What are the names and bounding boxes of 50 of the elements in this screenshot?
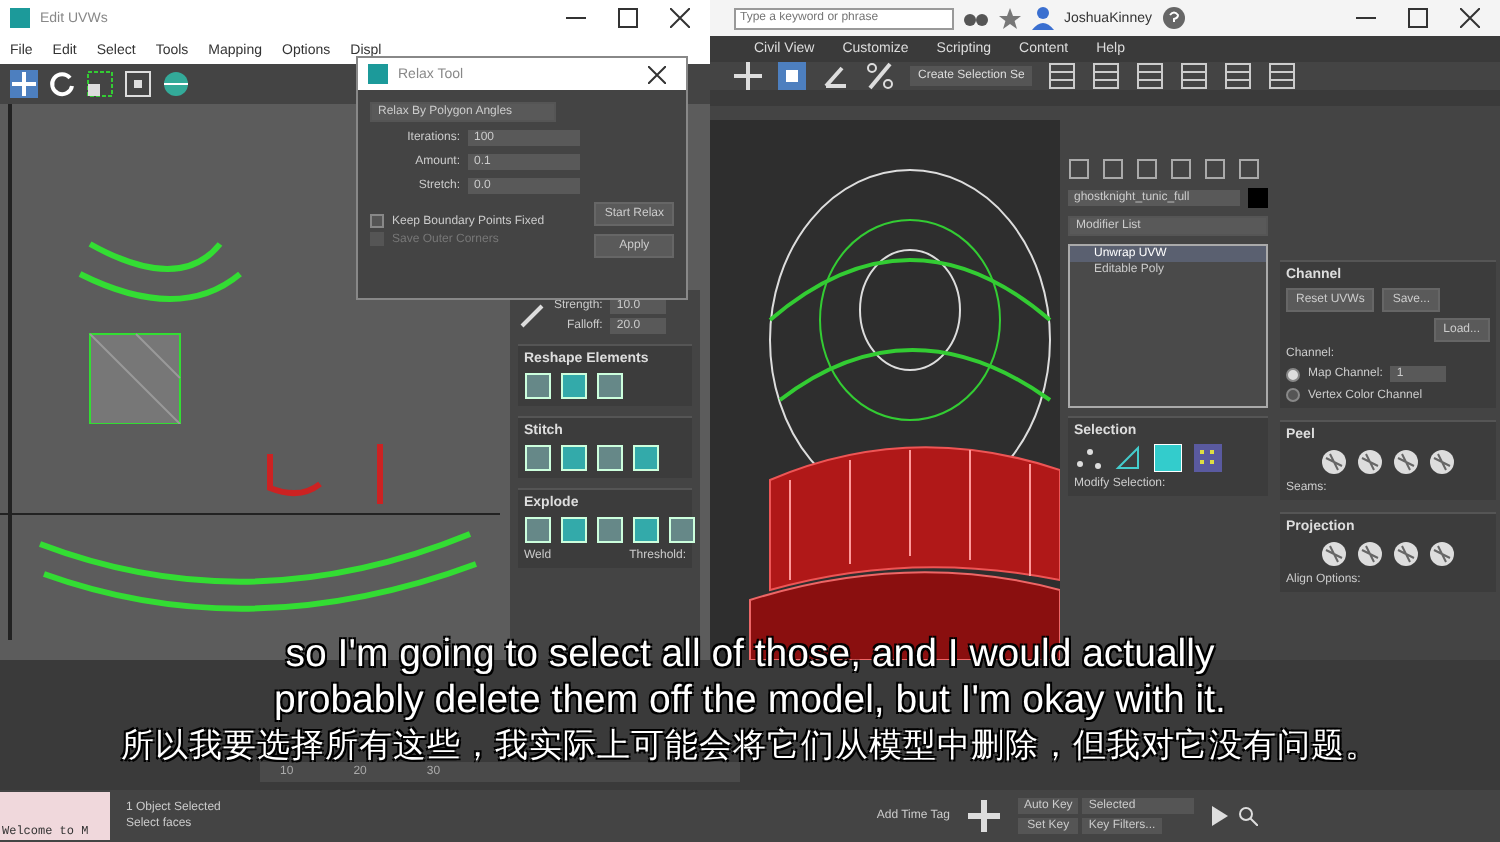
radio-button[interactable] xyxy=(1286,388,1300,402)
binoculars-icon[interactable] xyxy=(964,8,988,28)
zoom-icon[interactable] xyxy=(1238,806,1259,826)
sphere-icon[interactable] xyxy=(1428,540,1456,568)
play-icon[interactable] xyxy=(1210,806,1231,826)
sphere-icon[interactable] xyxy=(1392,540,1420,568)
user-icon[interactable] xyxy=(1032,6,1054,30)
app-icon xyxy=(368,64,388,84)
edge-icon[interactable] xyxy=(1114,444,1142,472)
brush-icon[interactable] xyxy=(518,302,546,330)
tile-icon[interactable] xyxy=(596,444,624,472)
subtitle-text: 所以我要选择所有这些，我实际上可能会将它们从模型中删除，但我对它没有问题。 xyxy=(121,724,1379,765)
tile-icon[interactable] xyxy=(524,444,552,472)
maximize-icon[interactable] xyxy=(618,8,638,28)
sphere-icon[interactable] xyxy=(1320,448,1348,476)
tile-icon[interactable] xyxy=(596,516,624,544)
angle-snap-icon[interactable] xyxy=(822,62,850,90)
checkbox[interactable] xyxy=(370,214,384,228)
app-icon xyxy=(10,8,30,28)
sphere-icon[interactable] xyxy=(1320,540,1348,568)
radio-button[interactable] xyxy=(1286,367,1300,381)
scale-icon[interactable] xyxy=(86,70,114,98)
sphere-icon[interactable] xyxy=(1356,540,1384,568)
move-icon[interactable] xyxy=(734,62,762,90)
tile-icon[interactable] xyxy=(668,516,696,544)
tile-icon[interactable] xyxy=(560,516,588,544)
star-icon[interactable] xyxy=(998,6,1022,30)
tile-icon[interactable] xyxy=(632,516,660,544)
tile-icon[interactable] xyxy=(596,372,624,400)
sphere-icon[interactable] xyxy=(1356,448,1384,476)
close-icon[interactable] xyxy=(670,8,690,28)
sphere-icon[interactable] xyxy=(1392,448,1420,476)
plus-icon[interactable] xyxy=(965,798,1002,834)
tile-icon[interactable] xyxy=(560,444,588,472)
close-icon[interactable] xyxy=(648,65,666,83)
subtitle-text: so I'm going to select all of those, and I would actually xyxy=(285,632,1215,678)
object-color-swatch[interactable] xyxy=(1248,188,1268,208)
tile-icon[interactable] xyxy=(524,516,552,544)
sphere-icon[interactable] xyxy=(1428,448,1456,476)
tile-icon[interactable] xyxy=(632,444,660,472)
close-icon[interactable] xyxy=(1460,8,1480,28)
tile-icon[interactable] xyxy=(524,372,552,400)
tile-icon[interactable] xyxy=(560,372,588,400)
rotate-icon[interactable] xyxy=(48,70,76,98)
subtitle-text: probably delete them off the model, but I'm okay with it. xyxy=(274,678,1226,724)
percent-icon[interactable] xyxy=(866,62,894,90)
element-icon[interactable] xyxy=(1194,444,1222,472)
maximize-icon[interactable] xyxy=(1408,8,1428,28)
vertex-icon[interactable] xyxy=(1074,444,1102,472)
help-icon[interactable] xyxy=(1161,6,1186,30)
